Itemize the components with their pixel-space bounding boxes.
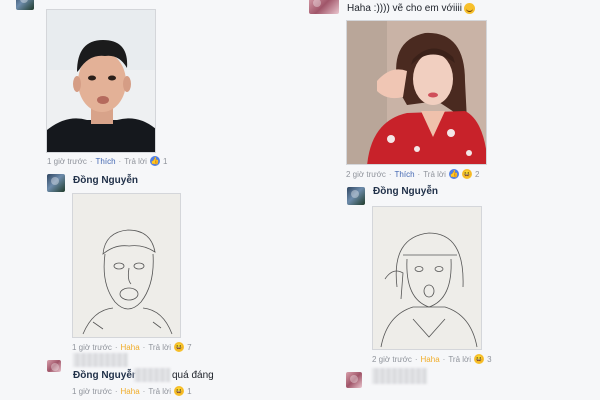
timestamp[interactable]: 1 giờ trước	[72, 343, 112, 352]
like-button[interactable]: Thích	[96, 157, 116, 166]
reply-button[interactable]: Trả lời	[423, 170, 446, 179]
haha-icon[interactable]: 😆	[461, 169, 472, 179]
comment-author[interactable]: Đồng Nguyễn	[373, 186, 438, 197]
grin-emoji-icon	[463, 3, 475, 14]
comment-text: quá đáng	[172, 370, 214, 381]
avatar[interactable]	[47, 360, 61, 372]
avatar[interactable]	[309, 0, 339, 14]
reply-button[interactable]: Trả lời	[448, 355, 471, 364]
comment-meta: 1 giờ trước · Thích · Trả lời 👍 1	[47, 156, 168, 166]
redacted-name	[372, 368, 427, 384]
comment-author[interactable]: Đồng Nguyễn	[73, 370, 138, 381]
avatar[interactable]	[16, 0, 34, 10]
comment-photo[interactable]	[346, 20, 487, 165]
haha-icon[interactable]: 😆	[474, 354, 485, 364]
comment-author[interactable]: Đồng Nguyễn	[73, 175, 138, 186]
like-icon[interactable]: 👍	[448, 169, 459, 179]
avatar[interactable]	[347, 187, 365, 205]
comment-meta: 1 giờ trước · Haha · Trả lời 😆 1	[72, 386, 192, 396]
avatar[interactable]	[47, 174, 65, 192]
timestamp[interactable]: 1 giờ trước	[72, 387, 112, 396]
comment-text: Haha :)))) vẽ cho em vớiiii	[347, 3, 475, 14]
reply-button[interactable]: Trả lời	[148, 343, 171, 352]
haha-button[interactable]: Haha	[121, 387, 140, 396]
haha-icon[interactable]: 😆	[174, 342, 185, 352]
reaction-count[interactable]: 2	[475, 170, 479, 179]
reaction-count[interactable]: 1	[163, 157, 167, 166]
reply-button[interactable]: Trả lời	[124, 157, 147, 166]
haha-button[interactable]: Haha	[421, 355, 440, 364]
drawing-photo[interactable]	[372, 206, 482, 350]
comment-meta: 2 giờ trước · Thích · Trả lời 👍 😆 2	[346, 169, 480, 179]
avatar[interactable]	[346, 372, 362, 388]
timestamp[interactable]: 2 giờ trước	[372, 355, 412, 364]
timestamp[interactable]: 2 giờ trước	[346, 170, 386, 179]
redacted-name	[73, 353, 128, 367]
timestamp[interactable]: 1 giờ trước	[47, 157, 87, 166]
reaction-count[interactable]: 1	[187, 387, 191, 396]
like-button[interactable]: Thích	[395, 170, 415, 179]
drawing-photo[interactable]	[72, 193, 181, 338]
reaction-count[interactable]: 3	[487, 355, 491, 364]
haha-icon[interactable]: 😆	[174, 386, 185, 396]
comment-meta: 1 giờ trước · Haha · Trả lời 😆 7	[72, 342, 192, 352]
comment-meta: 2 giờ trước · Haha · Trả lời 😆 3	[372, 354, 492, 364]
redacted-name	[134, 368, 170, 382]
like-icon[interactable]: 👍	[149, 156, 160, 166]
comment-photo[interactable]	[46, 9, 156, 153]
reply-button[interactable]: Trả lời	[148, 387, 171, 396]
reaction-count[interactable]: 7	[187, 343, 191, 352]
haha-button[interactable]: Haha	[121, 343, 140, 352]
